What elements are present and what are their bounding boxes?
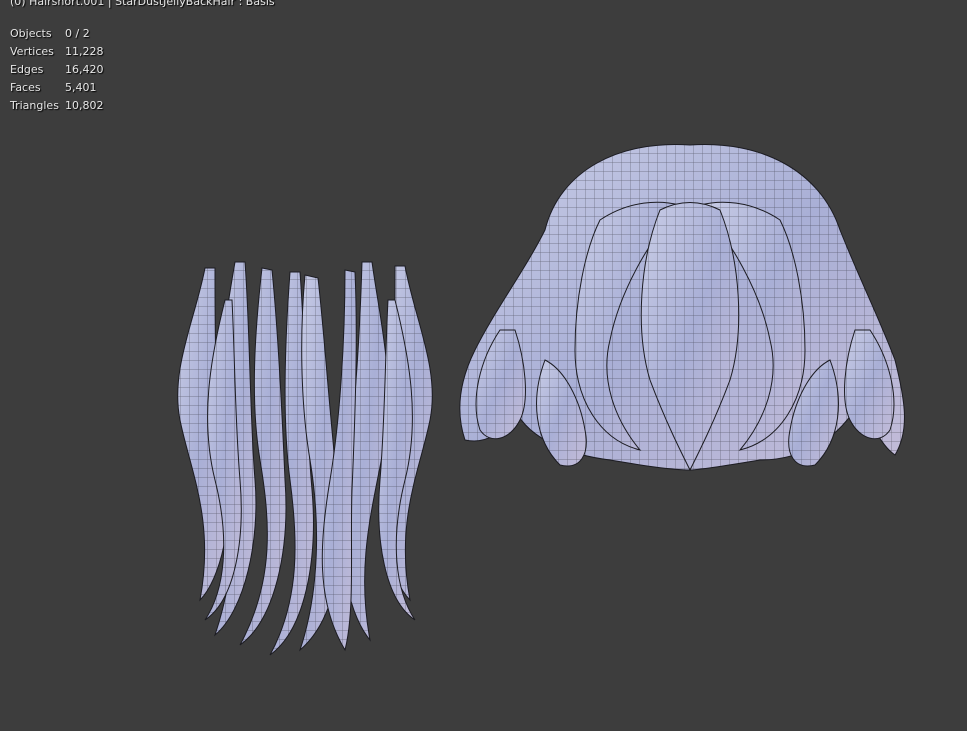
3d-viewport[interactable]: (0) Hairshort.001 | StarDustJellyBackHai…	[0, 0, 967, 731]
mesh-render[interactable]	[0, 0, 967, 731]
hair-mesh-front-view[interactable]	[459, 143, 905, 472]
hair-mesh-side-view[interactable]	[177, 261, 433, 656]
